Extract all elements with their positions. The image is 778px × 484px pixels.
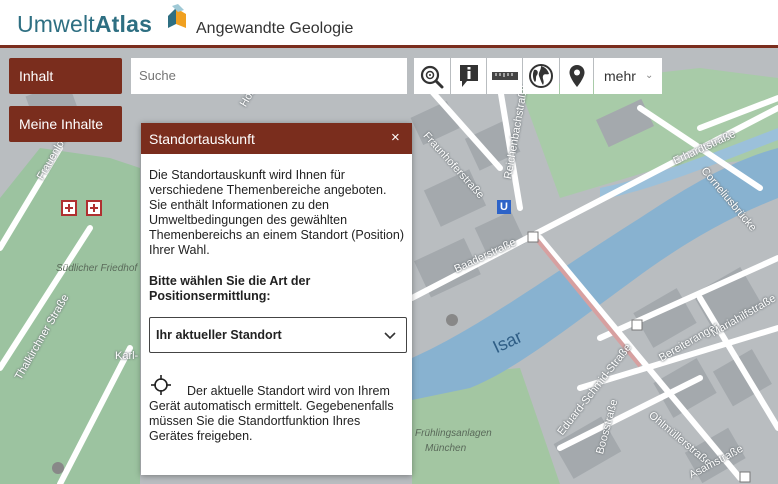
position-method-value: Ihr aktueller Standort [156, 328, 282, 342]
zoom-area-icon [420, 65, 444, 89]
info-icon [459, 65, 478, 87]
map-place-label: Frühlingsanlagen [415, 428, 492, 439]
map-place-label: Südlicher Friedhof [56, 263, 138, 274]
dialog-header: Standortauskunft × [141, 123, 412, 154]
chevron-down-icon: ⌄ [645, 70, 654, 81]
dialog-info-text: Der aktuelle Standort wird von Ihrem Ger… [149, 384, 394, 443]
map-church-marker-2 [52, 462, 64, 474]
zoom-area-button[interactable] [414, 58, 450, 94]
location-button[interactable] [560, 58, 593, 94]
dialog-question-label: Bitte wählen Sie die Art der Positionser… [149, 274, 311, 303]
app-subtitle: Angewandte Geologie [196, 20, 354, 37]
position-method-select[interactable]: Ihr aktueller Standort [149, 317, 407, 353]
globe-icon [529, 64, 553, 88]
chevron-down-icon [384, 332, 396, 340]
location-pin-icon [569, 65, 584, 87]
dialog-intro-text: Die Standortauskunft wird Ihnen für vers… [149, 168, 404, 257]
info-button[interactable] [451, 58, 486, 94]
mehr-dropdown[interactable]: mehr ⌄ [594, 58, 662, 94]
app-header: UmweltAtlas Angewandte Geologie [0, 0, 778, 45]
map-church-marker [446, 314, 458, 326]
logo[interactable]: UmweltAtlas [17, 11, 152, 38]
standortauskunft-dialog: Standortauskunft × Die Standortauskunft … [141, 123, 412, 475]
inhalt-button[interactable]: Inhalt [9, 58, 122, 94]
dialog-title: Standortauskunft [149, 131, 255, 147]
meine-inhalte-button[interactable]: Meine Inhalte [9, 106, 122, 142]
close-icon[interactable]: × [391, 129, 400, 146]
ruler-icon [491, 72, 518, 80]
mehr-label: mehr [604, 68, 636, 84]
basemap-button[interactable] [523, 58, 559, 94]
measure-button[interactable] [487, 58, 522, 94]
map-park-west [0, 148, 140, 484]
logo-text-atlas: Atlas [94, 11, 153, 37]
search-input[interactable] [131, 58, 407, 94]
map-place-label: München [425, 443, 467, 454]
map-subway-label: U [500, 201, 508, 213]
map-street-label: Karl- [115, 350, 139, 362]
logo-text-umwelt: Umwelt [17, 11, 95, 37]
logo-mark-icon [168, 4, 186, 28]
